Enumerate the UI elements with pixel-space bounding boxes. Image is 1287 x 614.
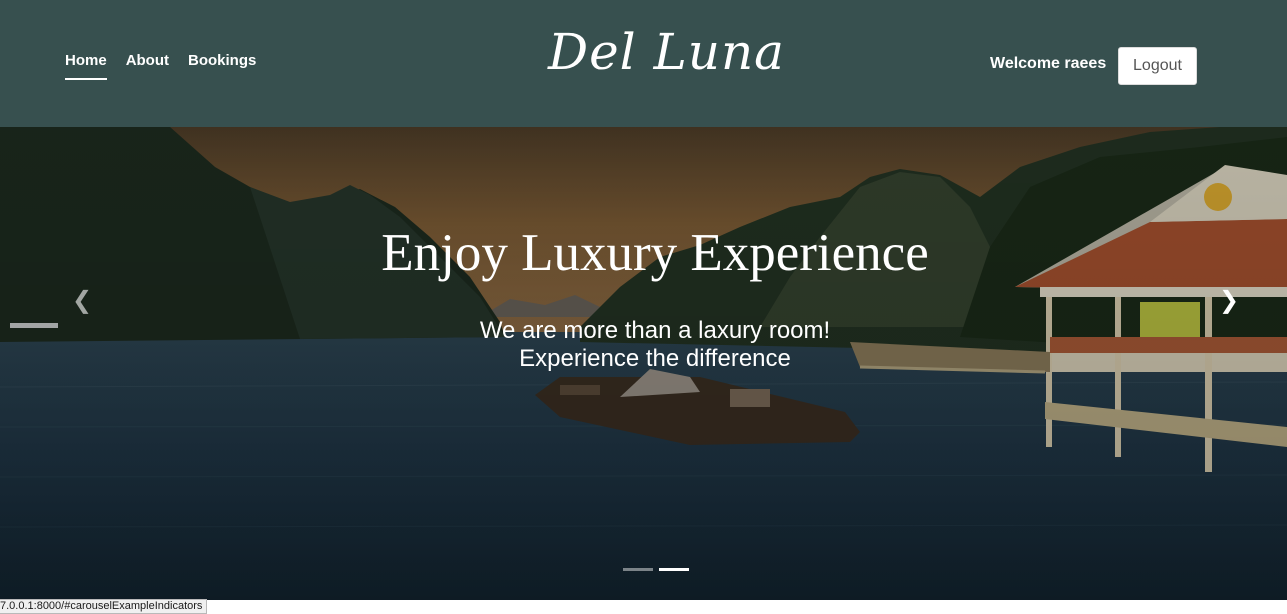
carousel-indicator-1[interactable]	[623, 568, 653, 571]
browser-status-url: 7.0.0.1:8000/#carouselExampleIndicators	[0, 599, 208, 614]
hero-carousel: Enjoy Luxury Experience We are more than…	[0, 127, 1287, 600]
brand-logo[interactable]: Del Luna	[548, 22, 784, 82]
hero-subtitle-line-2: Experience the difference	[519, 345, 791, 372]
top-navbar: Home About Bookings Del Luna Welcome rae…	[0, 0, 1287, 127]
carousel-prev-button[interactable]: ❮	[67, 285, 97, 315]
hero-title: Enjoy Luxury Experience	[381, 224, 929, 282]
hero-subtitle-line-1: We are more than a laxury room!	[479, 317, 831, 344]
carousel-next-button[interactable]: ❯	[1214, 285, 1244, 315]
nav-links: Home About Bookings	[65, 52, 256, 80]
nav-link-home[interactable]: Home	[65, 52, 107, 80]
nav-link-about[interactable]: About	[126, 52, 169, 80]
welcome-text: Welcome raees	[990, 55, 1107, 72]
chevron-left-icon: ❮	[71, 286, 93, 314]
chevron-right-icon: ❯	[1218, 286, 1240, 314]
carousel-indicator-2[interactable]	[659, 568, 689, 571]
nav-link-bookings[interactable]: Bookings	[188, 52, 256, 80]
hero-subtitle: We are more than a laxury room! Experien…	[0, 317, 1287, 373]
carousel-indicators	[623, 568, 689, 571]
logout-button[interactable]: Logout	[1118, 47, 1197, 85]
